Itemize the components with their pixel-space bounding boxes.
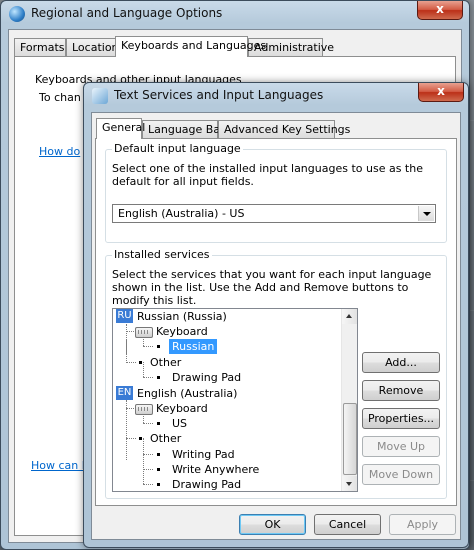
tree-row-label: Russian	[169, 339, 218, 354]
tree-connector	[143, 423, 153, 424]
installed-services-legend: Installed services	[112, 248, 212, 261]
tree-connector	[143, 484, 153, 485]
keyboard-icon	[135, 404, 153, 415]
apply-button[interactable]: Apply	[389, 514, 456, 535]
language-badge-ru: RU	[116, 309, 133, 323]
dialog-titlebar: Text Services and Input Languages x	[84, 83, 468, 109]
tab-general[interactable]: General	[96, 118, 145, 139]
bullet-icon	[157, 376, 160, 379]
default-input-language-legend: Default input language	[112, 142, 243, 155]
tab-formats[interactable]: Formats	[14, 38, 66, 56]
default-input-language-description: Select one of the installed input langua…	[112, 162, 423, 188]
tree-connector	[126, 339, 127, 363]
tab-advanced-key-settings[interactable]: Advanced Key Settings	[218, 120, 350, 138]
bullet-icon	[157, 453, 160, 456]
ok-button[interactable]: OK	[239, 514, 306, 535]
cancel-button[interactable]: Cancel	[314, 514, 381, 535]
keyboards-partial-text: To chan	[39, 91, 81, 104]
installed-services-tree[interactable]: RU Russian (Russia) Keyboard Russian Oth…	[112, 308, 358, 492]
keyboard-icon	[135, 327, 153, 338]
move-up-button[interactable]: Move Up	[362, 436, 440, 457]
tree-connector	[143, 469, 153, 470]
bullet-icon	[157, 468, 160, 471]
tree-row-label: Keyboard	[156, 325, 208, 338]
scroll-up-icon[interactable]	[342, 309, 357, 324]
regional-window-title: Regional and Language Options	[31, 6, 223, 20]
remove-button[interactable]: Remove	[362, 380, 440, 401]
tree-connector	[143, 438, 144, 484]
dialog-title: Text Services and Input Languages	[114, 88, 324, 102]
tree-row-label: Write Anywhere	[172, 463, 260, 476]
tree-row-label: English (Australia)	[137, 387, 238, 400]
installed-services-group: Installed services Select the services t…	[105, 248, 447, 499]
scroll-thumb[interactable]	[343, 403, 357, 475]
how-do-link[interactable]: How do	[39, 145, 80, 158]
tree-connector	[143, 346, 153, 347]
tree-connector	[126, 362, 136, 363]
add-button[interactable]: Add...	[362, 352, 440, 373]
general-tab-panel: Default input language Select one of the…	[95, 138, 457, 506]
bullet-icon	[139, 437, 142, 440]
tree-connector	[126, 400, 127, 460]
tree-connector	[143, 454, 153, 455]
tree-row-label: Other	[150, 356, 182, 369]
move-down-button[interactable]: Move Down	[362, 464, 440, 485]
bullet-icon	[139, 361, 142, 364]
dialog-close-button[interactable]: x	[418, 83, 464, 102]
tree-scrollbar[interactable]	[341, 309, 357, 491]
keyboard-globe-icon	[92, 88, 108, 104]
installed-services-description: Select the services that you want for ea…	[112, 268, 432, 307]
properties-button[interactable]: Properties...	[362, 408, 440, 429]
tree-row-label: Other	[150, 432, 182, 445]
scroll-down-icon[interactable]	[342, 476, 357, 491]
default-input-language-dropdown[interactable]: English (Australia) - US	[112, 204, 436, 223]
tab-keyboards-and-languages[interactable]: Keyboards and Languages	[115, 36, 266, 57]
tree-connector	[143, 362, 144, 377]
default-input-language-value: English (Australia) - US	[118, 207, 245, 220]
bullet-icon	[157, 345, 160, 348]
tree-row-label: Drawing Pad	[172, 371, 242, 384]
text-services-dialog: Text Services and Input Languages x Gene…	[83, 82, 469, 548]
tree-row-label: Russian (Russia)	[137, 310, 227, 323]
tab-language-bar[interactable]: Language Bar	[142, 120, 225, 138]
how-can-i-link[interactable]: How can I	[31, 459, 85, 472]
regional-close-button[interactable]: x	[417, 1, 463, 20]
tree-connector	[126, 438, 136, 439]
default-input-language-group: Default input language Select one of the…	[105, 142, 447, 243]
language-badge-en: EN	[116, 386, 133, 400]
tab-location[interactable]: Location	[66, 38, 119, 56]
tree-row-label: Drawing Pad	[172, 478, 242, 491]
chevron-down-icon[interactable]	[418, 206, 434, 221]
dialog-client-area: General Language Bar Advanced Key Settin…	[91, 112, 461, 540]
tree-row-label: Writing Pad	[172, 448, 235, 461]
bullet-icon	[157, 422, 160, 425]
tree-row-label: US	[172, 417, 188, 430]
bullet-icon	[157, 483, 160, 486]
tree-connector	[143, 377, 153, 378]
globe-icon	[9, 6, 25, 22]
regional-titlebar: Regional and Language Options x	[1, 1, 469, 27]
tree-row-label: Keyboard	[156, 402, 208, 415]
